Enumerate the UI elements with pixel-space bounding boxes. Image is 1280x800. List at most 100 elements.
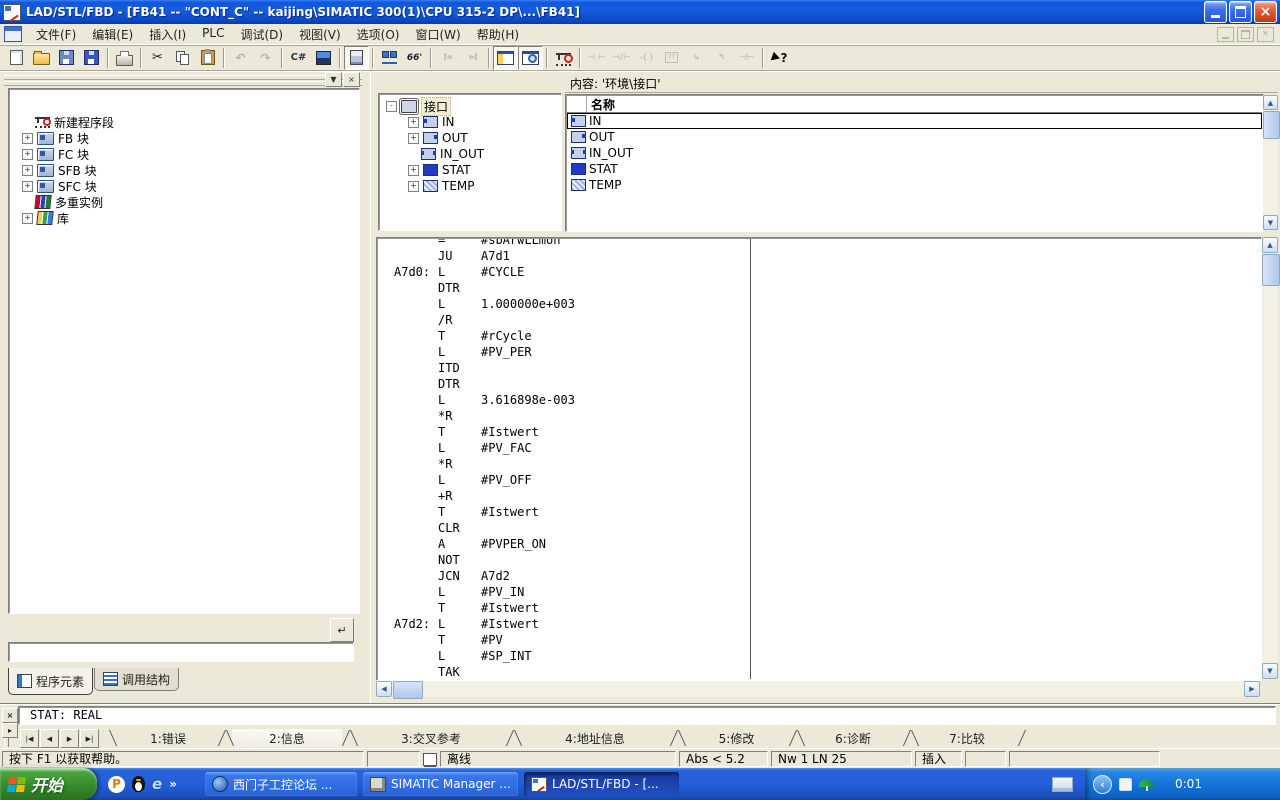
redo-button[interactable]: ↷ — [253, 46, 278, 70]
task-lad-stl-fbd[interactable]: LAD/STL/FBD - [... — [524, 772, 679, 796]
code-line[interactable]: L#PV_FAC — [394, 440, 1260, 456]
menu-debug[interactable]: 调试(D) — [232, 24, 291, 45]
new-file-button[interactable] — [4, 46, 29, 70]
tree-item-iface-in[interactable]: +IN — [380, 114, 560, 130]
tree-item-iface-out[interactable]: +OUT — [380, 130, 560, 146]
tab-cross-reference[interactable]: 3:交叉参考 — [356, 729, 506, 748]
tab-program-elements[interactable]: 程序元素 — [8, 668, 93, 695]
cut-button[interactable]: ✂ — [145, 46, 170, 70]
connector-button[interactable]: ⊣⊢ — [734, 46, 759, 70]
empty-box-button[interactable]: ?? — [659, 46, 684, 70]
variable-table[interactable]: 名称 INOUTIN_OUTSTATTEMP — [565, 94, 1264, 232]
code-line[interactable]: T#Istwert — [394, 600, 1260, 616]
table-row-in-out[interactable]: IN_OUT — [567, 145, 1262, 161]
last-message-button[interactable]: ▶| — [80, 729, 99, 748]
goto-next-error-button[interactable]: »! — [460, 46, 485, 70]
scroll-thumb[interactable] — [1262, 254, 1280, 286]
code-horizontal-scrollbar[interactable]: ◀ ▶ — [376, 681, 1260, 697]
goto-previous-error-button[interactable]: !« — [435, 46, 460, 70]
code-line[interactable]: *R — [394, 456, 1260, 472]
mdi-minimize-button[interactable] — [1217, 27, 1234, 42]
code-line[interactable]: *R — [394, 408, 1260, 424]
code-line[interactable]: CLR — [394, 520, 1260, 536]
menu-view[interactable]: 视图(V) — [291, 24, 349, 45]
tab-diagnostics[interactable]: 6:诊断 — [803, 729, 903, 748]
code-line[interactable]: DTR — [394, 280, 1260, 296]
code-line[interactable]: T#PV — [394, 632, 1260, 648]
code-line[interactable]: JUA7d1 — [394, 248, 1260, 264]
code-line[interactable]: T#rCycle — [394, 328, 1260, 344]
output-drag-handle[interactable] — [4, 738, 9, 747]
antivirus-umbrella-icon[interactable] — [1139, 777, 1154, 791]
contact-no-button[interactable]: ⊣ ⊢ — [584, 46, 609, 70]
open-branch-button[interactable]: ↳ — [684, 46, 709, 70]
detail-view-toggle-button[interactable] — [518, 46, 543, 70]
contact-nc-button[interactable]: ⊣/⊢ — [609, 46, 634, 70]
code-line[interactable]: L3.616898e-003 — [394, 392, 1260, 408]
expand-icon[interactable]: + — [408, 117, 419, 128]
expand-icon[interactable]: + — [22, 133, 33, 144]
scroll-left-icon[interactable]: ◀ — [376, 681, 392, 697]
tray-collapse-icon[interactable]: ‹ — [1093, 775, 1112, 794]
table-row-out[interactable]: OUT — [567, 129, 1262, 145]
keyboard-language-icon[interactable] — [1052, 777, 1073, 792]
internet-explorer-icon[interactable]: e — [152, 775, 162, 793]
code-line[interactable]: L#PV_OFF — [394, 472, 1260, 488]
iface-root[interactable]: -接口 — [380, 98, 560, 114]
collapse-icon[interactable]: - — [386, 101, 397, 112]
table-scrollbar[interactable]: ▲ ▼ — [1263, 95, 1278, 230]
overview-pane-toggle-button[interactable] — [493, 46, 518, 70]
mdi-restore-button[interactable] — [1237, 27, 1254, 42]
code-line[interactable]: T#Istwert — [394, 424, 1260, 440]
table-row-stat[interactable]: STAT — [567, 161, 1262, 177]
start-button[interactable]: 开始 — [0, 768, 97, 800]
first-message-button[interactable]: |◀ — [20, 729, 39, 748]
scroll-down-icon[interactable]: ▼ — [1263, 215, 1278, 230]
task-simatic-manager[interactable]: SIMATIC Manager ... — [363, 772, 518, 796]
monitor-variable-button[interactable]: 66' — [402, 46, 427, 70]
close-branch-button[interactable]: ↰ — [709, 46, 734, 70]
tree-item-sfc-blocks[interactable]: +SFC 块 — [10, 178, 358, 194]
scroll-thumb[interactable] — [1263, 111, 1280, 139]
paste-button[interactable] — [195, 46, 220, 70]
tab-info[interactable]: 2:信息 — [232, 729, 342, 748]
tree-item-fb-blocks[interactable]: +FB 块 — [10, 130, 358, 146]
quick-launch-overflow-icon[interactable]: » — [169, 777, 177, 791]
code-line[interactable]: TAK — [394, 664, 1260, 679]
coil-button[interactable]: -( ) — [634, 46, 659, 70]
pane-drag-handle[interactable] — [4, 74, 362, 85]
monitor-on-off-button[interactable] — [344, 46, 369, 70]
task-forum[interactable]: 西门子工控论坛 ... — [205, 772, 357, 796]
menu-window[interactable]: 窗口(W) — [407, 24, 468, 45]
tree-item-iface-in-out[interactable]: IN_OUT — [380, 146, 560, 162]
copy-button[interactable] — [170, 46, 195, 70]
code-line[interactable]: =#sbArwLLmon — [394, 239, 1260, 248]
tab-call-structure[interactable]: 调用结构 — [94, 668, 179, 691]
scroll-thumb[interactable] — [393, 681, 423, 699]
next-message-button[interactable]: ▶ — [60, 729, 79, 748]
code-line[interactable]: A7d0:L#CYCLE — [394, 264, 1260, 280]
tray-app-icon[interactable] — [1119, 778, 1132, 791]
code-line[interactable]: L#PV_IN — [394, 584, 1260, 600]
address-overview-button[interactable]: C# — [286, 46, 311, 70]
expand-icon[interactable]: + — [408, 165, 419, 176]
pane-close-button[interactable]: × — [343, 72, 360, 87]
expand-icon[interactable]: + — [408, 181, 419, 192]
save-button[interactable] — [79, 46, 104, 70]
jump-to-detail-button[interactable]: ↵ — [330, 618, 354, 642]
expand-icon[interactable]: + — [22, 181, 33, 192]
program-elements-tree[interactable]: 新建程序段+FB 块+FC 块+SFB 块+SFC 块多重实例+库 — [8, 88, 360, 614]
tree-item-new-network-segment[interactable]: 新建程序段 — [10, 114, 358, 130]
scroll-right-icon[interactable]: ▶ — [1244, 681, 1260, 697]
expand-icon[interactable]: + — [22, 149, 33, 160]
scroll-up-icon[interactable]: ▲ — [1263, 95, 1278, 110]
expand-icon[interactable]: + — [22, 165, 33, 176]
pane-menu-button[interactable]: ▼ — [325, 72, 342, 87]
code-vertical-scrollbar[interactable]: ▲ ▼ — [1262, 237, 1278, 679]
mdi-close-button[interactable]: × — [1257, 27, 1274, 42]
menu-file[interactable]: 文件(F) — [28, 24, 84, 45]
tree-item-libraries[interactable]: +库 — [10, 210, 358, 226]
menu-edit[interactable]: 编辑(E) — [84, 24, 141, 45]
download-block-button[interactable] — [54, 46, 79, 70]
print-button[interactable] — [112, 46, 137, 70]
